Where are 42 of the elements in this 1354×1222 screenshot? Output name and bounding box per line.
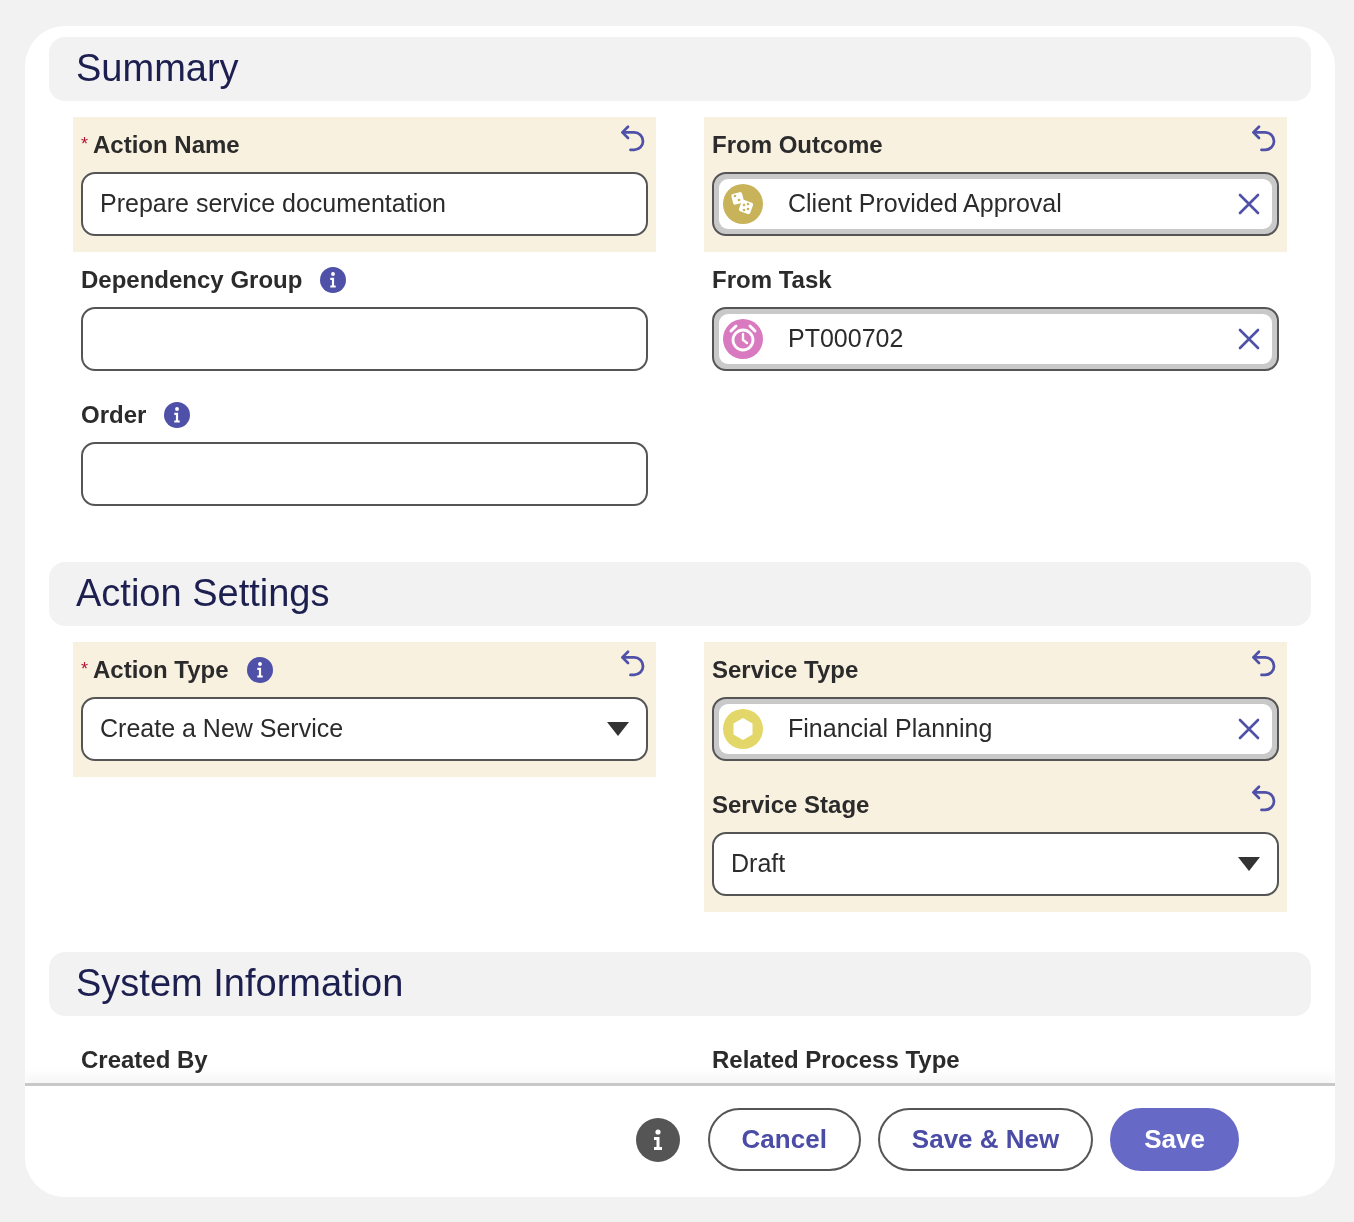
dropdown-field[interactable]: Create a New Service: [81, 697, 648, 761]
field-label: From Task: [712, 265, 832, 295]
section-title: Summary: [76, 46, 239, 92]
info-icon[interactable]: [246, 657, 273, 683]
required-marker: *: [81, 658, 88, 681]
field-label: Service Stage: [712, 790, 870, 820]
field-label: Created By: [81, 1045, 208, 1075]
close-icon[interactable]: [1238, 193, 1260, 215]
required-marker: *: [81, 133, 88, 156]
lookup-value: Client Provided Approval: [788, 188, 1062, 220]
action-button[interactable]: Save & New: [877, 1108, 1094, 1171]
lookup-value: Financial Planning: [788, 713, 993, 745]
alarm-clock-icon: [723, 319, 763, 359]
dice-icon: [723, 184, 763, 224]
field-label: Service Type: [712, 655, 859, 685]
section-title: System Information: [76, 961, 404, 1007]
action-button[interactable]: Save: [1110, 1108, 1239, 1171]
text-field[interactable]: [81, 442, 648, 506]
lookup-field[interactable]: PT000702: [712, 307, 1279, 371]
close-icon[interactable]: [1238, 718, 1260, 740]
lookup-field[interactable]: Client Provided Approval: [712, 172, 1279, 236]
field-label: Action Type: [93, 655, 229, 685]
close-icon[interactable]: [1238, 328, 1260, 350]
field-label: From Outcome: [712, 130, 883, 160]
field-label: Dependency Group: [81, 265, 303, 295]
lookup-value: PT000702: [788, 323, 904, 355]
field-label: Related Process Type: [712, 1045, 960, 1075]
caret-icon: [1238, 857, 1260, 871]
selected-value: Draft: [731, 848, 786, 880]
section-title: Action Settings: [76, 571, 330, 617]
info-icon[interactable]: [164, 402, 191, 428]
text-field[interactable]: Prepare service documentation: [81, 172, 648, 236]
info-icon[interactable]: [635, 1117, 680, 1162]
info-icon[interactable]: [320, 267, 347, 293]
action-button[interactable]: Cancel: [707, 1108, 861, 1171]
field-label: Order: [81, 400, 147, 430]
selected-value: Create a New Service: [100, 713, 344, 745]
caret-icon: [607, 722, 629, 736]
text-field[interactable]: [81, 307, 648, 371]
field-label: Action Name: [93, 130, 240, 160]
lookup-field[interactable]: Financial Planning: [712, 697, 1279, 761]
dropdown-field[interactable]: Draft: [712, 832, 1279, 896]
